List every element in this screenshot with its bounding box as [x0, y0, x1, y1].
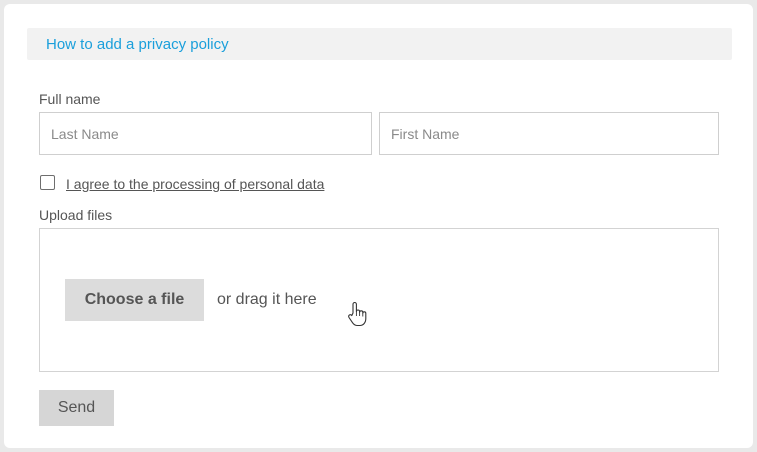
send-button[interactable]: Send — [39, 390, 114, 426]
privacy-policy-banner: How to add a privacy policy — [27, 28, 732, 60]
consent-checkbox[interactable] — [40, 175, 55, 190]
hand-pointer-icon — [348, 301, 367, 327]
form-card: How to add a privacy policy Full name I … — [4, 4, 753, 448]
drag-hint-text: or drag it here — [217, 291, 317, 308]
upload-files-label: Upload files — [39, 207, 113, 223]
privacy-policy-link[interactable]: How to add a privacy policy — [46, 36, 229, 53]
full-name-label: Full name — [39, 91, 101, 107]
first-name-input[interactable] — [379, 112, 719, 155]
choose-file-button[interactable]: Choose a file — [65, 279, 204, 321]
file-dropzone[interactable]: Choose a file or drag it here — [39, 228, 719, 372]
consent-label[interactable]: I agree to the processing of personal da… — [66, 176, 324, 192]
last-name-input[interactable] — [39, 112, 372, 155]
